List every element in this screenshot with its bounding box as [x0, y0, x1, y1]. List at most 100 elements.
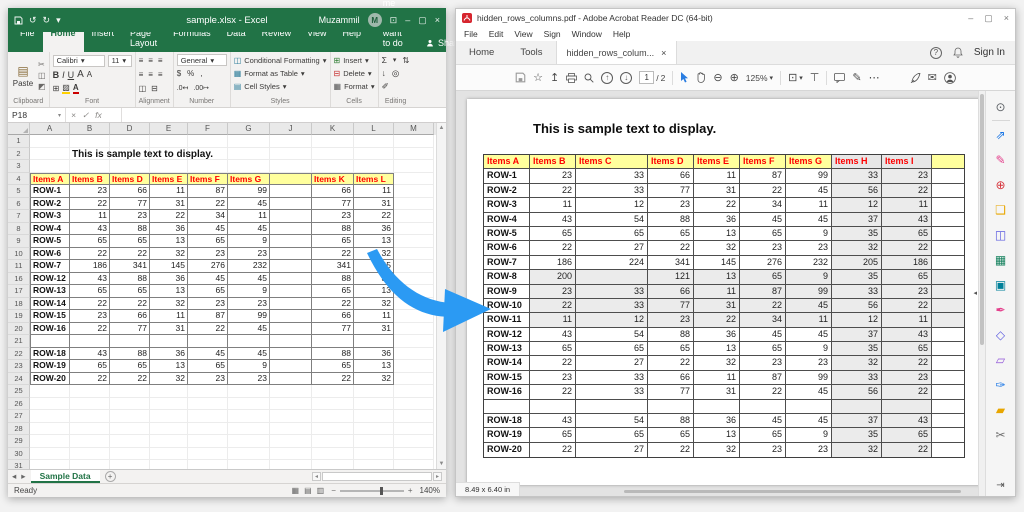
cell-L9[interactable]: 13 [354, 235, 394, 248]
cell-D9[interactable]: 65 [110, 235, 150, 248]
align-top-icon[interactable]: ≡ [139, 56, 144, 65]
cell-A9[interactable]: ROW-5 [30, 235, 70, 248]
row-header-4[interactable]: 4 [8, 173, 30, 186]
cell-M28[interactable] [394, 423, 434, 436]
cell-K20[interactable]: 77 [312, 323, 354, 336]
cell-F24[interactable]: 23 [188, 373, 228, 386]
cell-K6[interactable]: 77 [312, 198, 354, 211]
next-page-icon[interactable]: ↓ [620, 72, 632, 84]
zoom-in-icon[interactable]: ⊕ [730, 71, 739, 84]
cell-E8[interactable]: 36 [150, 223, 188, 236]
cell-J22[interactable] [270, 348, 312, 361]
hscroll-left-icon[interactable]: ◂ [312, 472, 321, 481]
cell-E16[interactable]: 36 [150, 273, 188, 286]
cell-L1[interactable] [354, 135, 394, 148]
name-box[interactable]: P18 ▾ [8, 108, 66, 122]
borders-icon[interactable]: ⊞ [53, 84, 60, 93]
cell-B16[interactable]: 43 [70, 273, 110, 286]
search-icon[interactable]: ⊙ [986, 94, 1015, 119]
new-sheet-button[interactable]: + [105, 471, 116, 482]
request-signatures-icon[interactable] [910, 73, 921, 83]
formula-input[interactable] [122, 108, 446, 122]
column-header-K[interactable]: K [312, 123, 354, 135]
row-header-21[interactable]: 21 [8, 335, 30, 348]
bold-button[interactable]: B [53, 70, 60, 80]
cell-F30[interactable] [188, 448, 228, 461]
cell-F5[interactable]: 87 [188, 185, 228, 198]
format-button[interactable]: ▦Format▾ [334, 80, 375, 92]
cell-G2[interactable] [228, 148, 270, 161]
save-icon[interactable] [14, 16, 23, 25]
cell-D21[interactable] [110, 335, 150, 348]
cell-F26[interactable] [188, 398, 228, 411]
cell-J16[interactable] [270, 273, 312, 286]
cell-K1[interactable] [312, 135, 354, 148]
font-shrink-icon[interactable]: A [87, 70, 92, 79]
autosum-icon[interactable]: Σ [382, 55, 387, 65]
italic-button[interactable]: I [62, 70, 65, 80]
protect-icon[interactable]: ◇ [986, 322, 1015, 347]
row-header-3[interactable]: 3 [8, 160, 30, 173]
cell-M7[interactable] [394, 210, 434, 223]
cell-E9[interactable]: 13 [150, 235, 188, 248]
cell-F8[interactable]: 45 [188, 223, 228, 236]
cell-G4[interactable]: Items G [228, 173, 270, 186]
cell-A19[interactable]: ROW-15 [30, 310, 70, 323]
wrap-text-icon[interactable]: ◫ [139, 84, 147, 93]
cell-F22[interactable]: 45 [188, 348, 228, 361]
ribbon-display-options-icon[interactable]: ⊡ [390, 15, 398, 26]
cell-E20[interactable]: 31 [150, 323, 188, 336]
cell-G23[interactable]: 9 [228, 360, 270, 373]
cell-E28[interactable] [150, 423, 188, 436]
cell-G18[interactable]: 23 [228, 298, 270, 311]
row-header-2[interactable]: 2 [8, 148, 30, 161]
cell-B3[interactable] [70, 160, 110, 173]
cell-K30[interactable] [312, 448, 354, 461]
cell-D4[interactable]: Items D [110, 173, 150, 186]
cell-B9[interactable]: 65 [70, 235, 110, 248]
cell-K18[interactable]: 22 [312, 298, 354, 311]
combine-files-icon[interactable]: ◫ [986, 222, 1015, 247]
cell-D18[interactable]: 22 [110, 298, 150, 311]
export-pdf-icon[interactable]: ⇗ [986, 122, 1015, 147]
paste-button[interactable]: ▤ Paste [11, 54, 35, 97]
certificates-icon[interactable]: ✑ [986, 372, 1015, 397]
cell-K5[interactable]: 66 [312, 185, 354, 198]
cell-A8[interactable]: ROW-4 [30, 223, 70, 236]
cell-L28[interactable] [354, 423, 394, 436]
cell-J20[interactable] [270, 323, 312, 336]
cell-L2[interactable] [354, 148, 394, 161]
cell-K19[interactable]: 66 [312, 310, 354, 323]
previous-page-icon[interactable]: ↑ [601, 72, 613, 84]
cell-D29[interactable] [110, 435, 150, 448]
cell-L5[interactable]: 11 [354, 185, 394, 198]
cell-F6[interactable]: 22 [188, 198, 228, 211]
insert-function-icon[interactable]: fx [95, 110, 102, 120]
collapse-pane-icon[interactable]: ◂ [973, 289, 977, 297]
create-pdf-icon[interactable]: ⊕ [986, 172, 1015, 197]
cell-D25[interactable] [110, 385, 150, 398]
cell-K31[interactable] [312, 460, 354, 469]
favorites-star-icon[interactable]: ☆ [533, 71, 543, 84]
cell-G20[interactable]: 45 [228, 323, 270, 336]
cell-D22[interactable]: 88 [110, 348, 150, 361]
cell-L3[interactable] [354, 160, 394, 173]
cell-J9[interactable] [270, 235, 312, 248]
cell-K2[interactable] [312, 148, 354, 161]
menu-help[interactable]: Help [613, 29, 630, 39]
cell-F31[interactable] [188, 460, 228, 469]
cell-B8[interactable]: 43 [70, 223, 110, 236]
row-header-18[interactable]: 18 [8, 298, 30, 311]
print-icon[interactable] [566, 73, 577, 83]
cell-A4[interactable]: Items A [30, 173, 70, 186]
cell-J26[interactable] [270, 398, 312, 411]
cell-K26[interactable] [312, 398, 354, 411]
cell-J2[interactable] [270, 148, 312, 161]
cell-K22[interactable]: 88 [312, 348, 354, 361]
cell-M5[interactable] [394, 185, 434, 198]
row-header-16[interactable]: 16 [8, 273, 30, 286]
select-tool-icon[interactable] [680, 72, 689, 83]
cell-F17[interactable]: 65 [188, 285, 228, 298]
cell-A24[interactable]: ROW-20 [30, 373, 70, 386]
cell-J5[interactable] [270, 185, 312, 198]
